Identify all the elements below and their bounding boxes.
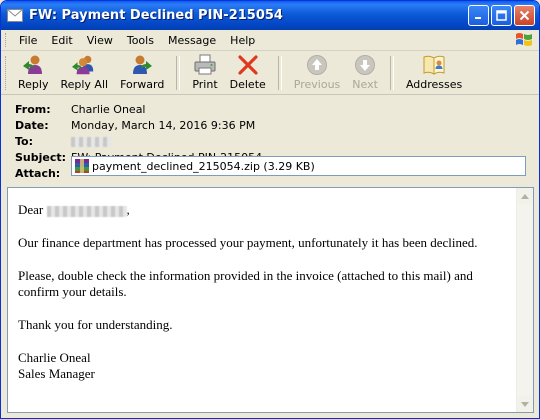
windows-logo-icon — [516, 33, 532, 46]
date-row: Date: Monday, March 14, 2016 9:36 PM — [1, 117, 539, 133]
print-label: Print — [192, 78, 218, 91]
date-value: Monday, March 14, 2016 9:36 PM — [71, 118, 256, 132]
vertical-scrollbar[interactable] — [516, 188, 533, 412]
menu-grip[interactable] — [5, 33, 9, 47]
down-arrow-icon — [353, 54, 377, 76]
attachment-name: payment_declined_215054.zip (3.29 KB) — [92, 159, 315, 173]
reply-label: Reply — [18, 78, 49, 91]
menu-view[interactable]: View — [80, 34, 120, 47]
greeting-line: Dear , — [18, 202, 513, 218]
toolbar-separator — [277, 56, 282, 90]
previous-button[interactable]: Previous — [288, 54, 347, 92]
subject-label: Subject: — [15, 150, 67, 164]
menu-bar: File Edit View Tools Message Help — [1, 30, 539, 51]
from-value[interactable]: Charlie Oneal — [71, 103, 146, 116]
message-text: Dear , Our finance department has proces… — [8, 188, 513, 382]
menu-message[interactable]: Message — [161, 34, 223, 47]
menu-help[interactable]: Help — [223, 34, 262, 47]
message-body[interactable]: Dear , Our finance department has proces… — [7, 187, 534, 413]
paragraph-1: Our finance department has processed you… — [18, 235, 478, 250]
attachment-field: payment_declined_215054.zip (3.29 KB) — [71, 156, 526, 176]
zip-archive-icon — [74, 158, 90, 174]
forward-label: Forward — [120, 78, 165, 91]
printer-icon — [193, 54, 217, 76]
minimize-button[interactable] — [468, 5, 489, 26]
signature-title: Sales Manager — [18, 366, 95, 381]
to-value-redacted — [71, 135, 111, 148]
attach-label: Attach: — [15, 166, 61, 180]
to-label: To: — [15, 134, 33, 148]
print-button[interactable]: Print — [186, 54, 223, 92]
scroll-down-button[interactable] — [517, 396, 533, 412]
envelope-icon — [7, 8, 23, 24]
message-window: FW: Payment Declined PIN-215054 File Edi… — [0, 0, 540, 419]
toolbar-separator — [176, 56, 181, 90]
signature-name: Charlie Oneal — [18, 350, 91, 365]
chevron-up-icon — [521, 193, 529, 199]
up-arrow-icon — [305, 54, 329, 76]
maximize-button[interactable] — [491, 5, 512, 26]
reply-all-icon — [72, 54, 96, 76]
forward-button[interactable]: Forward — [114, 54, 170, 92]
toolbar-separator — [389, 56, 394, 90]
scroll-up-button[interactable] — [517, 188, 533, 204]
address-book-icon — [422, 54, 446, 76]
menu-tools[interactable]: Tools — [120, 34, 161, 47]
previous-label: Previous — [293, 78, 341, 91]
next-button[interactable]: Next — [346, 54, 384, 92]
delete-button[interactable]: Delete — [224, 54, 272, 92]
reply-button[interactable]: Reply — [12, 54, 54, 92]
forward-icon — [130, 54, 154, 76]
from-row: From: Charlie Oneal — [1, 101, 539, 117]
to-row: To: — [1, 133, 539, 149]
addresses-label: Addresses — [405, 78, 463, 91]
from-label: From: — [15, 102, 51, 116]
window-controls — [468, 5, 535, 26]
minimize-icon — [475, 17, 481, 19]
toolbar: Reply Reply All Forward Print Delete Pre… — [1, 51, 539, 95]
next-label: Next — [352, 78, 378, 91]
paragraph-2: Please, double check the information pro… — [18, 268, 473, 299]
title-bar[interactable]: FW: Payment Declined PIN-215054 — [1, 1, 539, 30]
date-label: Date: — [15, 118, 49, 132]
paragraph-3: Thank you for understanding. — [18, 317, 173, 332]
recipient-name-redacted — [46, 205, 127, 217]
reply-icon — [21, 54, 45, 76]
reply-all-label: Reply All — [60, 78, 109, 91]
attachment-item[interactable]: payment_declined_215054.zip (3.29 KB) — [71, 156, 526, 176]
window-title: FW: Payment Declined PIN-215054 — [29, 8, 283, 23]
menu-edit[interactable]: Edit — [44, 34, 79, 47]
delete-x-icon — [236, 54, 260, 76]
addresses-button[interactable]: Addresses — [400, 54, 468, 92]
reply-all-button[interactable]: Reply All — [54, 54, 114, 92]
greeting-punctuation: , — [126, 202, 130, 217]
maximize-icon — [496, 10, 507, 21]
greeting: Dear — [18, 202, 44, 217]
delete-label: Delete — [229, 78, 266, 91]
close-icon — [519, 10, 530, 21]
menu-file[interactable]: File — [12, 34, 44, 47]
toolbar-grip[interactable] — [5, 56, 9, 90]
close-button[interactable] — [514, 5, 535, 26]
message-headers: From: Charlie Oneal Date: Monday, March … — [1, 95, 539, 191]
chevron-down-icon — [521, 401, 529, 407]
